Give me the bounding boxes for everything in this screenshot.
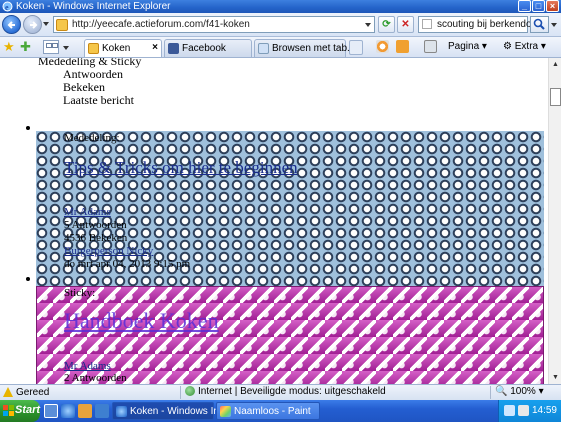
scroll-up-icon[interactable]: ▲	[550, 59, 561, 70]
search-button[interactable]	[530, 16, 549, 33]
back-arrow-icon	[7, 21, 15, 29]
topic-replies: 5 Antwoorden	[64, 219, 127, 231]
status-text: Gereed	[16, 387, 50, 398]
quick-tabs-button[interactable]	[43, 40, 59, 54]
scroll-down-icon[interactable]: ▼	[550, 372, 561, 383]
close-button[interactable]: ×	[546, 0, 559, 12]
taskbar-item-koken[interactable]: Koken - Windows Int...	[112, 402, 230, 420]
page-favicon-icon	[258, 43, 269, 54]
sticky-icon-grid	[36, 286, 544, 384]
forward-button[interactable]	[23, 15, 42, 34]
list-bullet	[26, 277, 30, 281]
network-icon[interactable]	[504, 405, 515, 416]
scrollbar-thumb[interactable]	[550, 88, 561, 106]
globe-icon	[185, 386, 195, 396]
back-button[interactable]	[2, 15, 21, 34]
add-favorites-icon[interactable]: ✚	[20, 39, 31, 54]
search-icon	[533, 18, 545, 30]
facebook-favicon-icon	[168, 43, 179, 54]
nested-list-item: Laatste bericht	[63, 93, 134, 107]
zoom-level[interactable]: 🔍 100% ▾	[495, 386, 544, 397]
last-post-date: do mrt apr 04, 2013 9:15 pm	[64, 258, 191, 270]
tab-browsen[interactable]: Browsen met tab...	[254, 39, 355, 57]
address-toolbar: http://yeecafe.actieforum.com/f41-koken …	[0, 13, 561, 37]
print-icon[interactable]	[424, 40, 437, 53]
svg-text:e: e	[5, 3, 9, 12]
window-title: Koken - Windows Internet Explorer	[16, 1, 171, 12]
security-zone[interactable]: Internet | Beveiligde modus: uitgeschake…	[185, 386, 386, 397]
topic-title-link[interactable]: Handboek Koken	[64, 308, 219, 334]
paint-icon	[220, 406, 231, 417]
topic-author-link[interactable]: Mr Adams	[64, 206, 111, 218]
favorites-star-icon[interactable]: ★	[3, 39, 15, 54]
search-input[interactable]: scouting bij berkendonk	[418, 16, 542, 33]
last-poster-link[interactable]: Burgerperson Nicky	[64, 245, 153, 257]
recent-pages-dropdown[interactable]	[43, 22, 49, 26]
tab-command-bar: ★ ✚ Koken × Facebook Browsen met tab... …	[0, 37, 561, 58]
vertical-scrollbar[interactable]: ▲ ▼	[548, 58, 561, 384]
explorer-quicklaunch-icon[interactable]	[95, 404, 109, 418]
new-tab-button[interactable]	[349, 40, 363, 55]
maximize-button[interactable]: □	[532, 0, 545, 12]
topic-replies: 2 Antwoorden	[64, 372, 127, 384]
warning-icon	[3, 387, 13, 397]
ie-logo-icon: e	[2, 1, 13, 12]
clock: 14:59	[531, 405, 557, 416]
refresh-button[interactable]: ⟳	[378, 16, 395, 33]
topic-title-link[interactable]: Tips & Tricks om hier te beginnen	[64, 158, 298, 178]
windows-flag-icon	[3, 405, 14, 416]
search-provider-icon	[422, 19, 432, 29]
tab-favicon-icon	[88, 43, 99, 54]
tools-menu[interactable]: ⚙ Extra ▾	[503, 41, 546, 52]
nested-list: Mededeling & Sticky Antwoorden Bekeken L…	[38, 58, 141, 107]
feeds-icon[interactable]	[396, 40, 409, 53]
forward-arrow-icon	[30, 21, 38, 29]
tab-label: Browsen met tab...	[272, 43, 356, 54]
tab-close-icon[interactable]: ×	[152, 42, 158, 53]
address-dropdown-icon[interactable]	[365, 23, 371, 27]
windows-taskbar: Start Koken - Windows Int... Naamloos - …	[0, 400, 561, 422]
topic-author-link[interactable]: Mr Adams	[64, 360, 111, 372]
search-options-dropdown[interactable]	[551, 23, 557, 27]
page-menu[interactable]: Pagina ▾	[448, 41, 487, 52]
ie-icon	[116, 406, 127, 417]
gear-icon: ⚙	[503, 41, 512, 52]
home-icon[interactable]	[376, 40, 389, 53]
address-url: http://yeecafe.actieforum.com/f41-koken	[72, 19, 250, 30]
topic-tag: Sticky:	[64, 287, 96, 299]
search-query: scouting bij berkendonk	[437, 19, 543, 30]
system-tray: 14:59	[498, 400, 561, 422]
tab-list-dropdown[interactable]	[63, 46, 69, 50]
tab-label: Koken	[102, 43, 131, 54]
minimize-button[interactable]: _	[518, 0, 531, 12]
list-bullet	[26, 126, 30, 130]
topic-views: 4536 Bekeken	[64, 232, 128, 244]
tab-label: Facebook	[182, 43, 226, 54]
topic-tag: Mededeling:	[64, 132, 120, 144]
volume-icon[interactable]	[518, 405, 529, 416]
window-titlebar: e Koken - Windows Internet Explorer _ □ …	[0, 0, 561, 13]
tab-koken[interactable]: Koken ×	[84, 39, 162, 57]
address-input[interactable]: http://yeecafe.actieforum.com/f41-koken	[53, 16, 375, 33]
tab-facebook[interactable]: Facebook	[164, 39, 252, 57]
taskbar-item-paint[interactable]: Naamloos - Paint	[216, 402, 320, 420]
site-favicon-icon	[56, 19, 68, 31]
stop-button[interactable]: ✕	[397, 16, 414, 33]
media-quicklaunch-icon[interactable]	[78, 404, 92, 418]
status-bar: Gereed Internet | Beveiligde modus: uitg…	[0, 384, 561, 400]
start-button[interactable]: Start	[0, 400, 40, 422]
show-desktop-icon[interactable]	[44, 404, 58, 418]
ie-quicklaunch-icon[interactable]	[61, 404, 75, 418]
page-content: Mededeling & Sticky Antwoorden Bekeken L…	[0, 58, 548, 384]
